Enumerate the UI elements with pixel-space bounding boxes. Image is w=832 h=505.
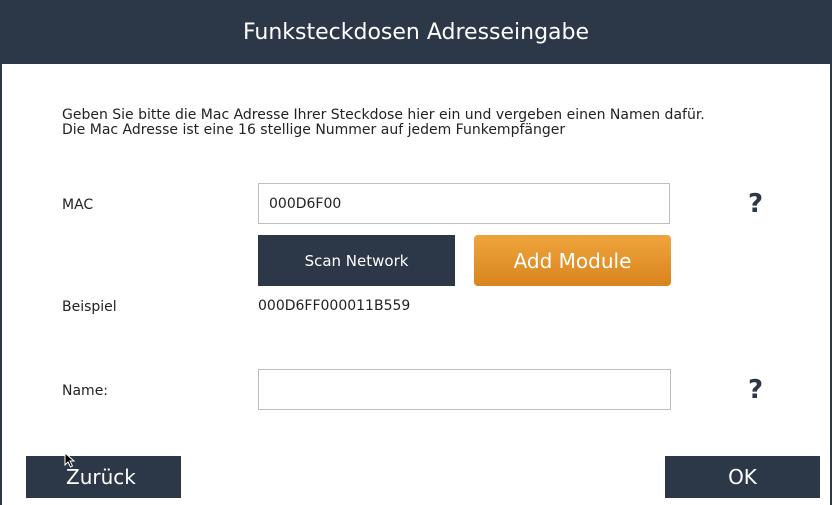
- mac-help-icon[interactable]: ?: [748, 189, 763, 219]
- instructions-text: Geben Sie bitte die Mac Adresse Ihrer St…: [62, 108, 822, 138]
- back-button[interactable]: Zurück: [26, 456, 181, 498]
- mac-input[interactable]: 000D6F00: [258, 183, 670, 224]
- dialog-title: Funksteckdosen Adresseingabe: [242, 19, 590, 45]
- mouse-cursor-icon: [64, 452, 76, 468]
- scan-network-button[interactable]: Scan Network: [258, 235, 455, 286]
- add-module-label: Add Module: [513, 248, 632, 273]
- instructions-line-2: Die Mac Adresse ist eine 16 stellige Num…: [62, 122, 566, 138]
- address-dialog: Funksteckdosen Adresseingabe Geben Sie b…: [0, 0, 832, 505]
- ok-button[interactable]: OK: [665, 456, 820, 498]
- name-label: Name:: [62, 383, 109, 399]
- instructions-line-1: Geben Sie bitte die Mac Adresse Ihrer St…: [62, 107, 705, 123]
- add-module-button[interactable]: Add Module: [474, 235, 671, 286]
- name-input[interactable]: [258, 369, 671, 410]
- example-label: Beispiel: [62, 299, 117, 315]
- scan-network-label: Scan Network: [304, 251, 409, 270]
- mac-label: MAC: [62, 197, 94, 213]
- ok-button-label: OK: [728, 465, 757, 489]
- back-button-label: Zurück: [66, 465, 136, 489]
- example-value: 000D6FF000011B559: [258, 298, 411, 314]
- mac-input-value: 000D6F00: [269, 195, 342, 212]
- name-help-icon[interactable]: ?: [748, 375, 763, 405]
- frame-border-left: [0, 64, 2, 505]
- title-bar: Funksteckdosen Adresseingabe: [0, 0, 832, 64]
